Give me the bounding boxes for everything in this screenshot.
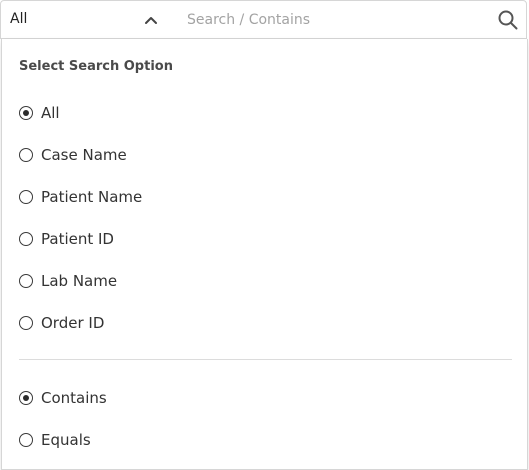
option-contains[interactable]: Contains bbox=[19, 387, 107, 409]
option-label: All bbox=[41, 104, 60, 122]
search-options-panel: Select Search Option All Case Name Patie… bbox=[1, 39, 528, 470]
option-order-id[interactable]: Order ID bbox=[19, 312, 104, 334]
search-input[interactable] bbox=[179, 6, 479, 34]
radio-button[interactable] bbox=[19, 316, 33, 330]
option-label: Case Name bbox=[41, 146, 127, 164]
option-all[interactable]: All bbox=[19, 102, 60, 124]
radio-button[interactable] bbox=[19, 232, 33, 246]
radio-button[interactable] bbox=[19, 274, 33, 288]
option-patient-id[interactable]: Patient ID bbox=[19, 228, 114, 250]
search-icon[interactable] bbox=[496, 8, 520, 32]
option-label: Lab Name bbox=[41, 272, 118, 290]
search-bar: All bbox=[0, 0, 527, 39]
radio-button[interactable] bbox=[19, 433, 33, 447]
radio-button[interactable] bbox=[19, 148, 33, 162]
chevron-up-icon bbox=[145, 17, 157, 24]
option-label: Patient ID bbox=[41, 230, 114, 248]
option-label: Equals bbox=[41, 431, 91, 449]
panel-title: Select Search Option bbox=[19, 59, 173, 74]
option-label: Order ID bbox=[41, 314, 105, 332]
option-case-name[interactable]: Case Name bbox=[19, 144, 127, 166]
search-scope-value: All bbox=[10, 11, 28, 27]
option-label: Patient Name bbox=[41, 188, 143, 206]
divider bbox=[19, 359, 512, 360]
radio-button[interactable] bbox=[19, 190, 33, 204]
option-label: Contains bbox=[41, 389, 107, 407]
option-equals[interactable]: Equals bbox=[19, 429, 91, 451]
search-scope-dropdown[interactable]: All bbox=[1, 1, 173, 39]
radio-button[interactable] bbox=[19, 391, 33, 405]
radio-button[interactable] bbox=[19, 106, 33, 120]
option-lab-name[interactable]: Lab Name bbox=[19, 270, 117, 292]
option-patient-name[interactable]: Patient Name bbox=[19, 186, 142, 208]
